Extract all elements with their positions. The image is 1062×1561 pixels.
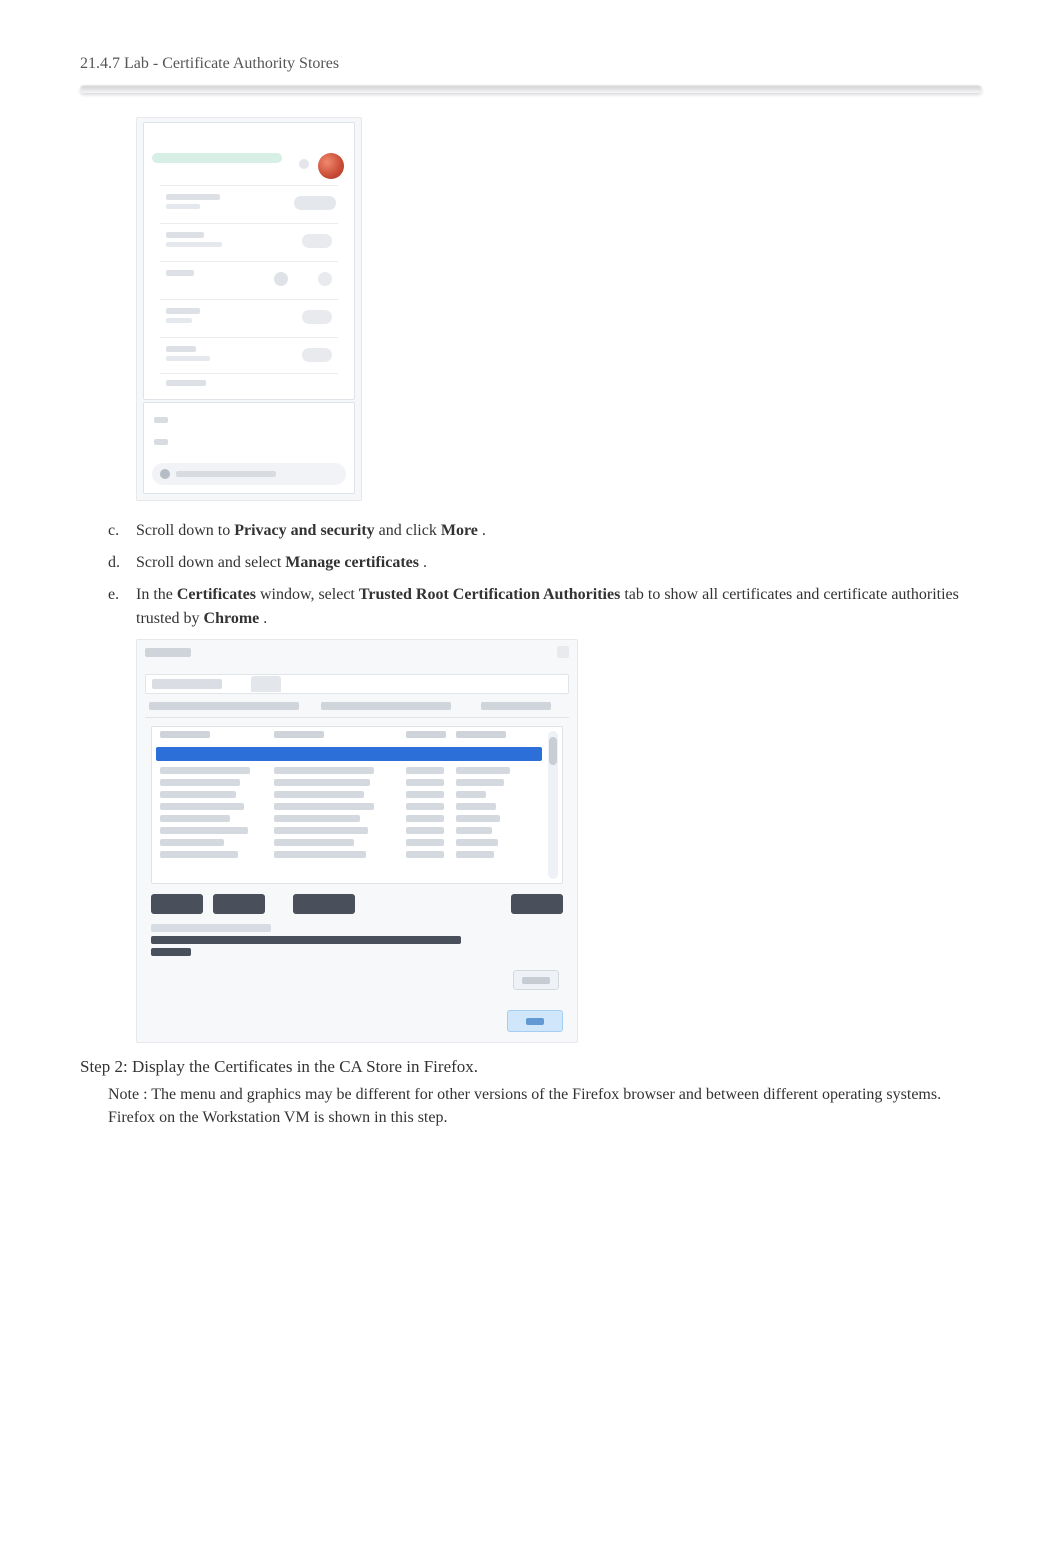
note-bold: Note: [108, 1086, 139, 1103]
list-marker: d.: [108, 551, 136, 575]
sub-tab-row: [145, 700, 569, 718]
search-icon: [160, 469, 170, 479]
note-bold: Firefox: [108, 1109, 155, 1126]
instruction-text: Scroll down and select: [136, 554, 285, 571]
note-text: Note : The menu and graphics may be diff…: [108, 1083, 982, 1129]
ok-button: [507, 1010, 563, 1032]
page-header-title: 21.4.7 Lab - Certificate Authority Store…: [80, 55, 982, 73]
note-span: on the: [159, 1109, 202, 1126]
screenshot-pill: [152, 153, 282, 163]
close-icon: [299, 159, 309, 169]
instruction-text: In the: [136, 586, 177, 603]
screenshot-panel: [143, 122, 355, 400]
screenshot-chrome-menu: [136, 117, 362, 501]
step-heading: Step 2: Display the Certificates in the …: [80, 1057, 982, 1077]
list-marker: e.: [108, 583, 136, 631]
window-title-placeholder: [145, 648, 191, 657]
scrollbar: [548, 731, 558, 879]
instruction-text: .: [482, 522, 486, 539]
note-span: VM is shown in this step.: [284, 1109, 448, 1126]
description-area: [151, 924, 457, 960]
view-button: [513, 970, 559, 990]
instruction-text: .: [423, 554, 427, 571]
note-span: : The menu and graphics may be different…: [143, 1086, 941, 1103]
note-bold: Workstation: [202, 1109, 280, 1126]
instruction-bold: More: [441, 522, 478, 539]
scroll-thumb: [549, 737, 557, 765]
instruction-bold: Manage certificates: [285, 554, 419, 571]
screenshot-search: [152, 463, 346, 485]
header-divider: [80, 85, 982, 93]
screenshot-certificates-window: [136, 639, 578, 1043]
certificate-list: [151, 726, 563, 884]
avatar: [318, 153, 344, 179]
selected-row: [156, 747, 542, 761]
list-marker: c.: [108, 519, 136, 543]
instruction-text: window, select: [260, 586, 359, 603]
screenshot-bottom-panel: [143, 402, 355, 494]
close-icon: [557, 646, 569, 658]
instruction-bold: Certificates: [177, 586, 256, 603]
instruction-bold: Privacy and security: [234, 522, 374, 539]
instruction-text: and click: [379, 522, 441, 539]
instruction-bold: Trusted Root Certification Authorities: [359, 586, 620, 603]
button-row: [151, 894, 563, 916]
tab-selected: [251, 676, 281, 692]
tab-row: [145, 674, 569, 694]
instruction-c: c. Scroll down to Privacy and security a…: [108, 519, 982, 543]
instruction-e: e. In the Certificates window, select Tr…: [108, 583, 982, 631]
instruction-d: d. Scroll down and select Manage certifi…: [108, 551, 982, 575]
instruction-text: Scroll down to: [136, 522, 234, 539]
instruction-bold: Chrome: [204, 610, 260, 627]
instruction-text: .: [263, 610, 267, 627]
